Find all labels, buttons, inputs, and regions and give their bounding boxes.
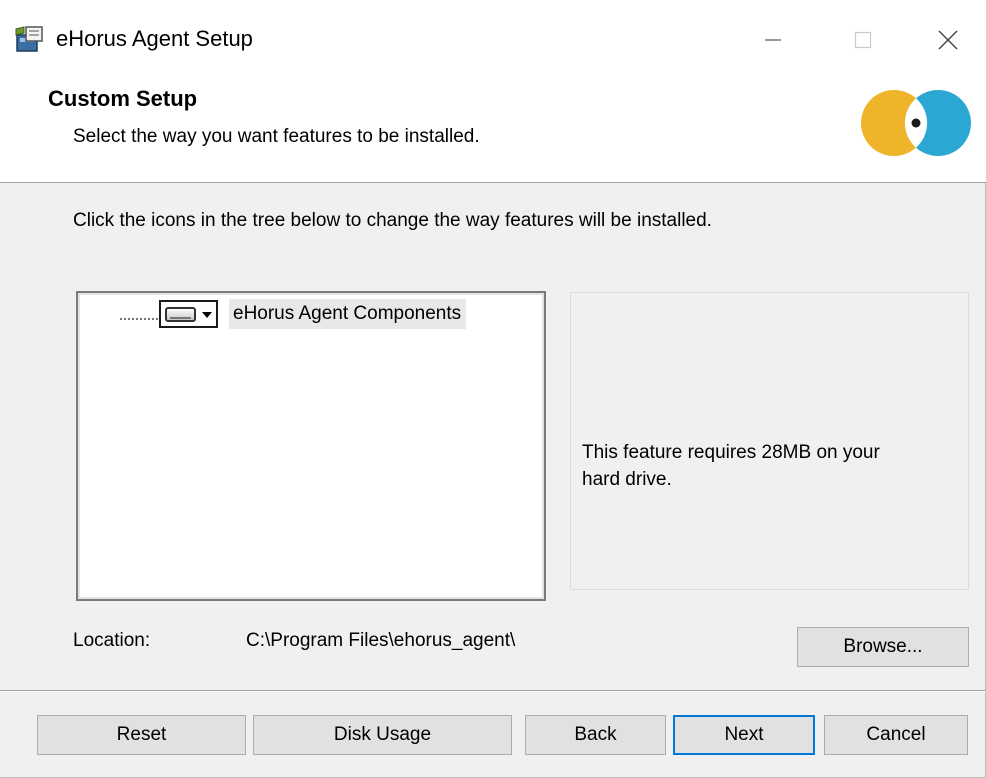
cancel-button[interactable]: Cancel — [824, 715, 968, 755]
close-button[interactable] — [918, 0, 978, 80]
location-value: C:\Program Files\ehorus_agent\ — [246, 630, 516, 651]
maximize-button[interactable] — [833, 0, 893, 80]
browse-button[interactable]: Browse... — [797, 627, 969, 667]
setup-window: eHorus Agent Setup Custom Setup Select t… — [0, 0, 986, 778]
hard-drive-icon — [165, 307, 196, 322]
reset-button[interactable]: Reset — [37, 715, 246, 755]
close-icon — [938, 30, 958, 50]
page-subtitle: Select the way you want features to be i… — [73, 126, 480, 147]
next-button[interactable]: Next — [673, 715, 815, 755]
instruction-text: Click the icons in the tree below to cha… — [73, 210, 712, 231]
window-title: eHorus Agent Setup — [56, 26, 253, 51]
installer-icon — [15, 26, 43, 52]
page-title: Custom Setup — [48, 86, 198, 111]
minimize-icon — [765, 39, 781, 41]
location-label: Location: — [73, 630, 151, 651]
separator-highlight — [0, 691, 986, 692]
banner: Custom Setup Select the way you want fea… — [0, 80, 986, 183]
ehorus-logo — [861, 90, 971, 156]
minimize-button[interactable] — [743, 0, 803, 80]
title-bar[interactable]: eHorus Agent Setup — [0, 0, 986, 80]
chevron-down-icon — [202, 312, 212, 318]
feature-description: This feature requires 28MB on your hard … — [582, 442, 880, 490]
back-button[interactable]: Back — [525, 715, 666, 755]
disk-usage-button[interactable]: Disk Usage — [253, 715, 512, 755]
tree-connector — [120, 318, 158, 320]
tree-item-ehorus-agent-components[interactable]: eHorus Agent Components — [229, 299, 467, 329]
feature-description-panel: This feature requires 28MB on your hard … — [570, 292, 969, 590]
feature-tree[interactable]: eHorus Agent Components — [76, 291, 546, 601]
maximize-icon — [854, 31, 872, 49]
feature-install-state-dropdown[interactable] — [159, 300, 218, 328]
